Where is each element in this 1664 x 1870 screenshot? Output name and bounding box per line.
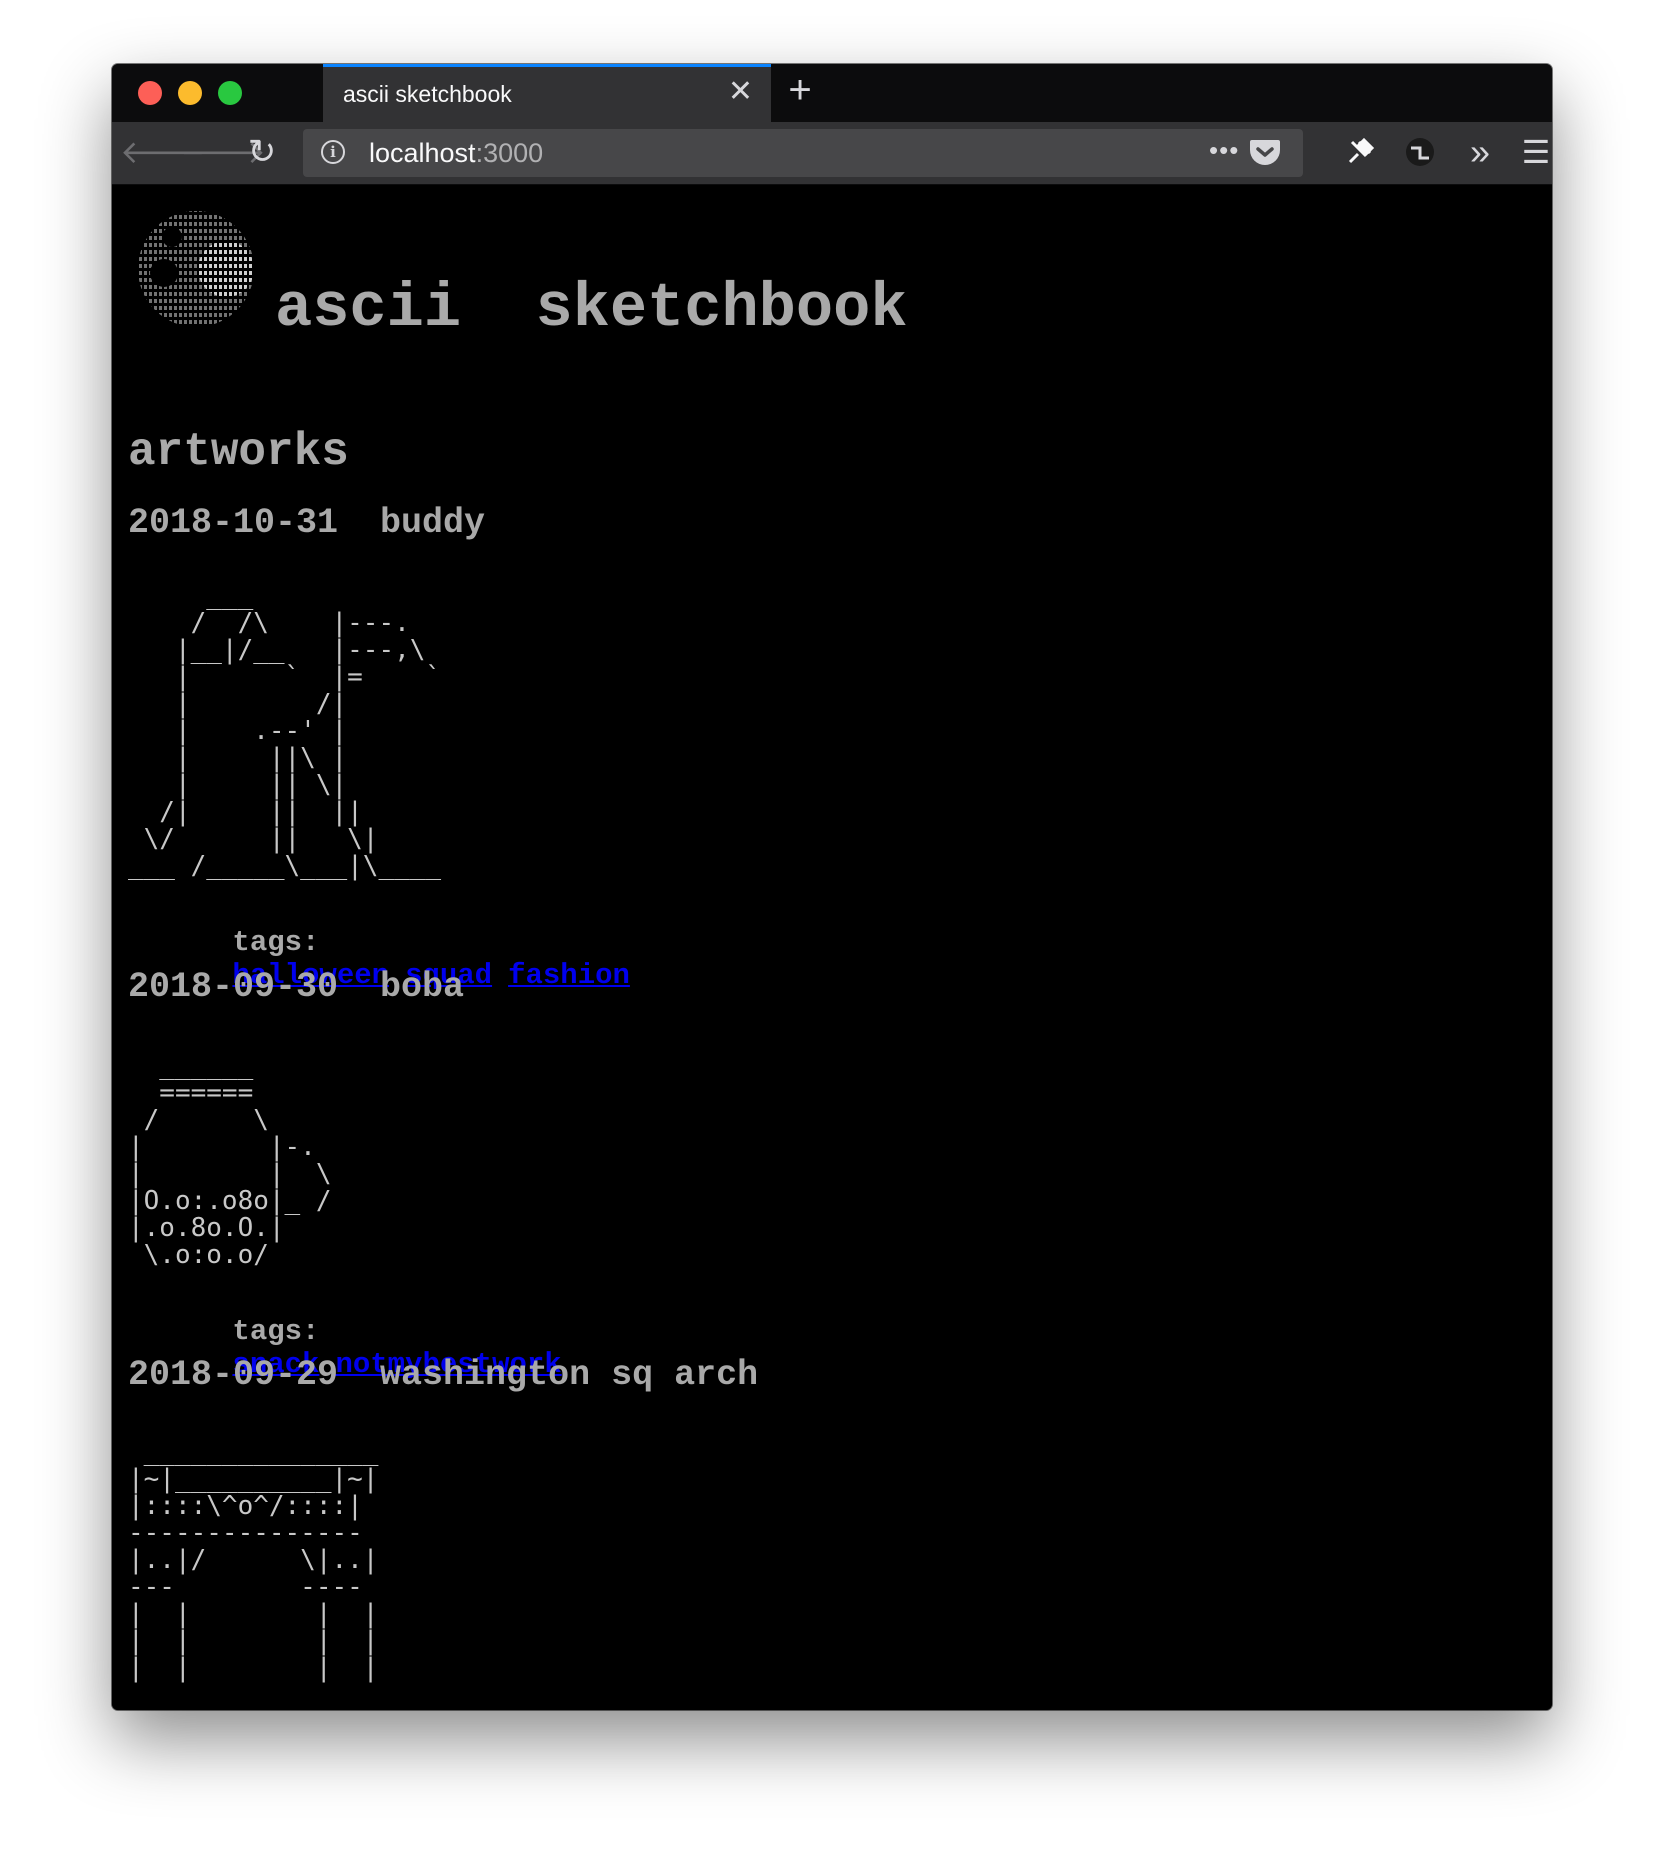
new-tab-button[interactable]: + — [780, 70, 820, 110]
back-arrow-icon[interactable]: 🡐 — [120, 132, 206, 172]
site-title: ascii sketchbook — [275, 273, 908, 344]
tab-title: ascii sketchbook — [343, 81, 512, 107]
info-icon[interactable]: i — [321, 140, 345, 164]
window-minimize-button[interactable] — [178, 81, 202, 105]
pocket-icon[interactable] — [1249, 137, 1281, 167]
ascii-art-buddy: ___ / /\ |---. |__|/__ |---,\ | ` |= ` |… — [128, 581, 442, 881]
window-maximize-button[interactable] — [218, 81, 242, 105]
url-host: localhost — [369, 138, 476, 168]
artwork-title: 2018-09-29 washington sq arch — [128, 1355, 759, 1395]
nav-toolbar: 🡐 🡒 ↻ i localhost:3000 ••• » ☰ — [112, 122, 1552, 185]
extension-icon[interactable] — [1400, 132, 1440, 172]
url-port: :3000 — [475, 138, 544, 168]
artwork-title: 2018-09-30 boba — [128, 967, 465, 1007]
url-text[interactable]: localhost:3000 — [369, 139, 543, 167]
hamburger-menu-icon[interactable]: ☰ — [1516, 132, 1552, 172]
browser-window: ascii sketchbook ✕ + 🡐 🡒 ↻ i localhost:3… — [112, 64, 1552, 1710]
ascii-art-boba: ______ ====== / \ | |-. | | \ |O.o:.o8o|… — [128, 1051, 332, 1270]
ascii-art-washington-sq-arch: _______________ |~|__________|~| |::::\^… — [128, 1437, 379, 1683]
pin-icon[interactable] — [1340, 132, 1380, 172]
tab-active[interactable]: ascii sketchbook ✕ — [323, 64, 771, 122]
artwork-title: 2018-10-31 buddy — [128, 503, 486, 543]
window-close-button[interactable] — [138, 81, 162, 105]
reload-icon[interactable]: ↻ — [240, 132, 284, 172]
tag-link-fashion[interactable]: fashion — [508, 959, 630, 992]
tab-close-icon[interactable]: ✕ — [728, 77, 753, 107]
site-logo — [138, 211, 254, 327]
page-actions-icon[interactable]: ••• — [1209, 135, 1239, 166]
url-bar[interactable]: i localhost:3000 ••• — [303, 129, 1303, 177]
overflow-chevron-icon[interactable]: » — [1460, 132, 1500, 172]
forward-arrow-icon[interactable]: 🡒 — [180, 132, 266, 172]
tab-strip: ascii sketchbook ✕ + — [112, 64, 1552, 122]
tags-label: tags: — [232, 1315, 320, 1348]
tags-label: tags: — [232, 926, 320, 959]
section-title-artworks: artworks — [128, 426, 349, 478]
page-content: ascii sketchbook artworks 2018-10-31 bud… — [112, 185, 1552, 1710]
